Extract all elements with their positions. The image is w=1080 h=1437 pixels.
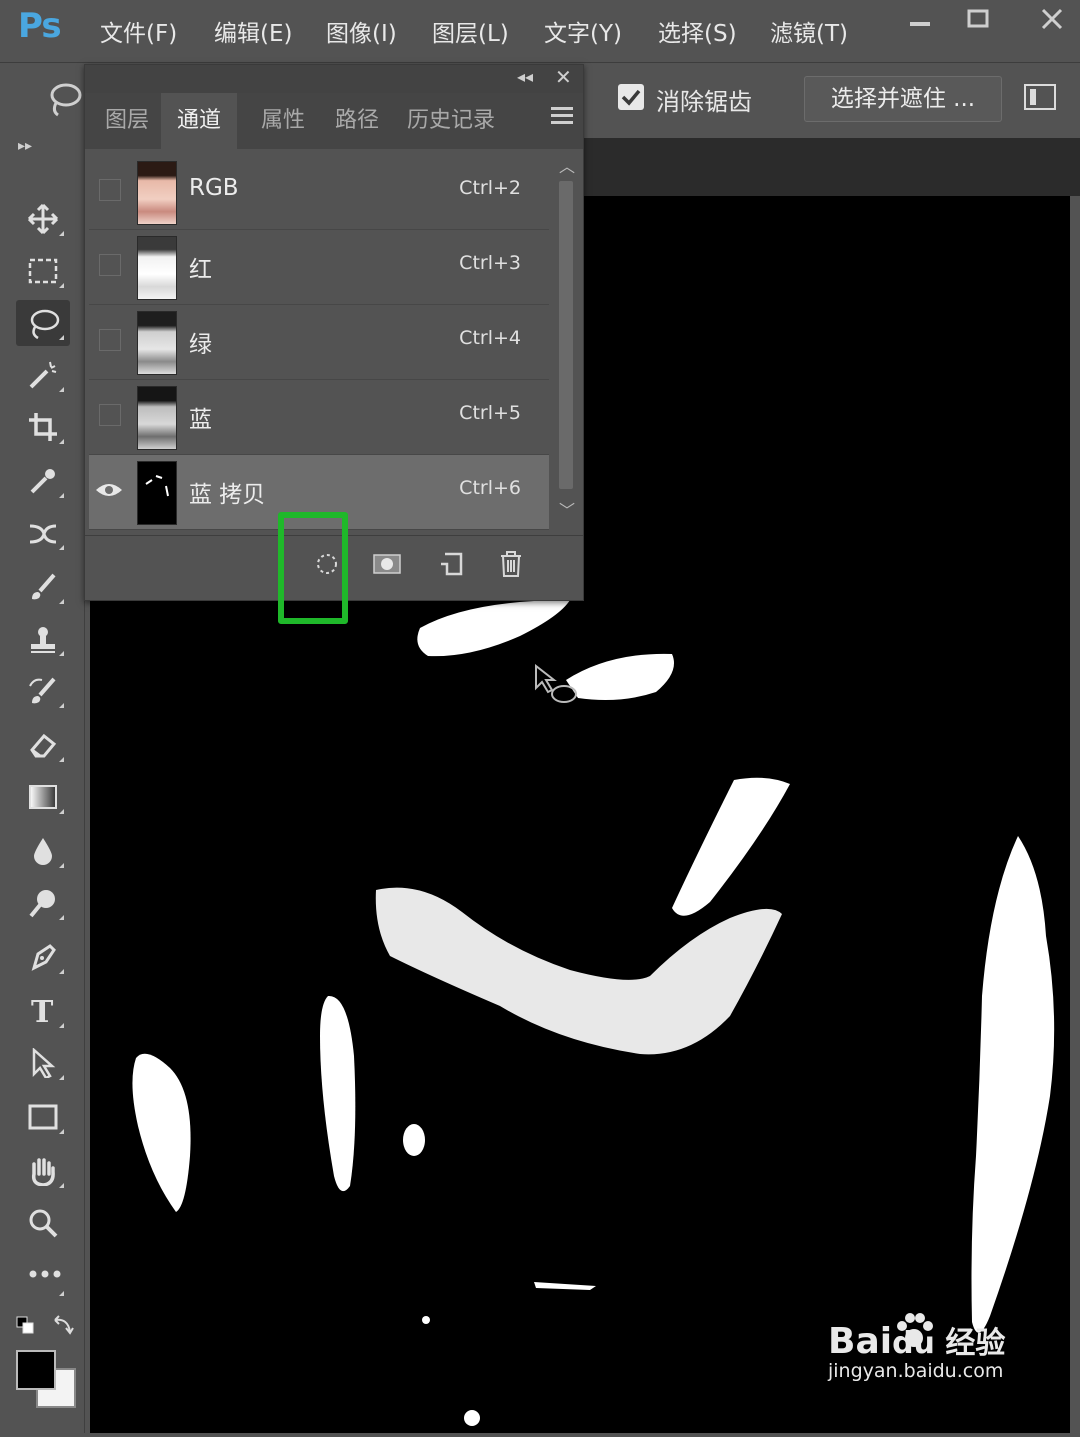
channel-name: 红 — [189, 257, 212, 283]
channel-thumbnail-blue-copy — [137, 461, 177, 525]
antialias-label: 消除锯齿 — [656, 88, 752, 116]
menu-file[interactable]: 文件(F) — [100, 14, 177, 48]
collapse-icon[interactable]: ▸▸ — [18, 138, 32, 154]
more-icon[interactable] — [16, 1256, 70, 1302]
tab-history[interactable]: 历史记录 — [391, 93, 511, 149]
history-brush-icon[interactable] — [16, 668, 70, 714]
default-colors-icon[interactable] — [16, 1316, 36, 1340]
lasso-icon[interactable] — [48, 81, 82, 121]
blur-icon[interactable] — [16, 828, 70, 874]
move-icon[interactable] — [16, 196, 70, 242]
brush-icon[interactable] — [16, 564, 70, 610]
channel-shortcut: Ctrl+2 — [459, 177, 521, 199]
menu-select[interactable]: 选择(S) — [658, 14, 737, 48]
delete-channel-icon[interactable] — [495, 548, 527, 580]
channel-name: 蓝 — [189, 407, 212, 433]
channel-shortcut: Ctrl+5 — [459, 402, 521, 424]
channel-shortcut: Ctrl+4 — [459, 327, 521, 349]
panel-title-bar[interactable] — [85, 65, 583, 93]
swap-colors-icon[interactable] — [52, 1314, 74, 1340]
panel-tabs: 图层 通道 属性 路径 历史记录 — [85, 93, 583, 149]
baidu-jingyan-watermark: Baidu 经验 jingyan.baidu.com — [828, 1313, 1005, 1382]
channel-row-red[interactable]: 红 Ctrl+3 — [89, 230, 549, 305]
foreground-color-swatch[interactable] — [16, 1350, 56, 1390]
select-and-mask-button[interactable]: 选择并遮住 ... — [804, 76, 1002, 122]
stamp-icon[interactable] — [16, 616, 70, 662]
cursor-icon — [534, 663, 582, 716]
menu-layer[interactable]: 图层(L) — [432, 14, 509, 48]
menu-edit[interactable]: 编辑(E) — [214, 14, 292, 48]
photoshop-logo: Ps — [18, 6, 62, 46]
visibility-toggle[interactable] — [99, 254, 121, 276]
channel-row-blue[interactable]: 蓝 Ctrl+5 — [89, 380, 549, 455]
panel-scrollbar[interactable]: ︿ ﹀ — [553, 153, 579, 523]
panel-menu-icon[interactable] — [551, 107, 573, 128]
eraser-icon[interactable] — [16, 722, 70, 768]
healing-icon[interactable] — [16, 510, 70, 556]
panel-close-icon[interactable]: ✕ — [555, 65, 572, 89]
workspace-icon[interactable] — [1024, 84, 1056, 110]
channel-name: 绿 — [189, 332, 212, 358]
menu-type[interactable]: 文字(Y) — [544, 14, 622, 48]
chevron-down-icon[interactable]: ﹀ — [559, 497, 575, 521]
tab-layers[interactable]: 图层 — [89, 93, 165, 149]
pen-icon[interactable] — [16, 934, 70, 980]
marquee-icon[interactable] — [16, 248, 70, 294]
channel-thumbnail-rgb — [137, 161, 177, 225]
gradient-icon[interactable] — [16, 774, 70, 820]
chevron-up-icon[interactable]: ︿ — [559, 153, 575, 177]
new-channel-icon[interactable] — [437, 548, 469, 580]
svg-text:T: T — [31, 996, 54, 1026]
channel-thumbnail-green — [137, 311, 177, 375]
rectangle-icon[interactable] — [16, 1094, 70, 1140]
watermark-url: jingyan.baidu.com — [828, 1360, 1004, 1382]
channel-name: RGB — [189, 175, 239, 201]
visibility-toggle[interactable] — [99, 329, 121, 351]
channel-shortcut: Ctrl+6 — [459, 477, 521, 499]
eye-icon[interactable] — [95, 481, 123, 503]
menu-filter[interactable]: 滤镜(T) — [770, 14, 848, 48]
close-icon[interactable] — [1032, 6, 1072, 36]
antialias-checkbox[interactable] — [618, 84, 644, 110]
save-selection-as-channel-icon[interactable] — [371, 548, 403, 580]
tab-channels[interactable]: 通道 — [161, 93, 238, 149]
highlight-annotation — [278, 512, 348, 624]
restore-icon[interactable] — [958, 6, 998, 36]
menu-bar: Ps 文件(F) 编辑(E) 图像(I) 图层(L) 文字(Y) 选择(S) 滤… — [0, 0, 1080, 60]
zoom-icon[interactable] — [16, 1200, 70, 1246]
channel-row-green[interactable]: 绿 Ctrl+4 — [89, 305, 549, 380]
paw-icon — [894, 1312, 934, 1356]
dodge-icon[interactable] — [16, 880, 70, 926]
tools-panel: ▸▸ T — [8, 138, 85, 1433]
crop-icon[interactable] — [16, 404, 70, 450]
channel-name: 蓝 拷贝 — [189, 482, 266, 508]
tab-properties[interactable]: 属性 — [245, 93, 321, 149]
channel-row-rgb[interactable]: RGB Ctrl+2 — [89, 155, 549, 230]
minimize-icon[interactable] — [900, 6, 940, 36]
lasso-icon[interactable] — [16, 300, 70, 346]
visibility-toggle[interactable] — [99, 179, 121, 201]
type-icon[interactable]: T — [16, 988, 70, 1034]
hand-icon[interactable] — [16, 1148, 70, 1194]
scroll-thumb[interactable] — [559, 181, 573, 489]
tab-paths[interactable]: 路径 — [319, 93, 395, 149]
magic-wand-icon[interactable] — [16, 352, 70, 398]
menu-image[interactable]: 图像(I) — [326, 14, 397, 48]
channel-thumbnail-red — [137, 236, 177, 300]
channel-shortcut: Ctrl+3 — [459, 252, 521, 274]
watermark-brand: Bai — [828, 1321, 893, 1362]
channel-thumbnail-blue — [137, 386, 177, 450]
eyedropper-icon[interactable] — [16, 458, 70, 504]
visibility-toggle[interactable] — [99, 404, 121, 426]
panel-collapse-icon[interactable]: ◂◂ — [517, 67, 533, 86]
path-selection-icon[interactable] — [16, 1040, 70, 1086]
